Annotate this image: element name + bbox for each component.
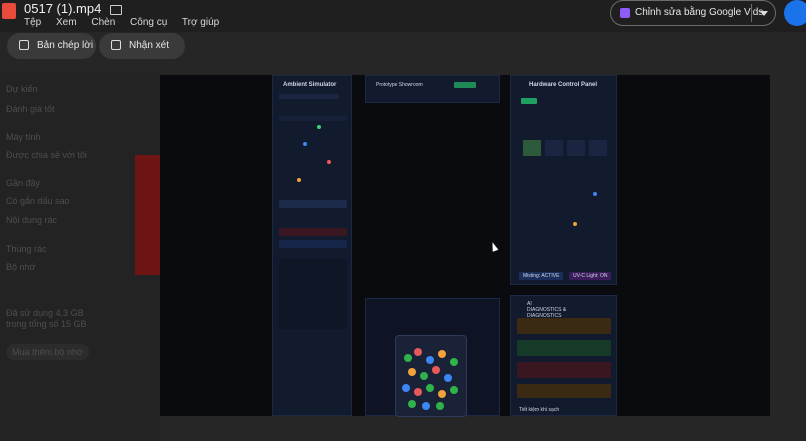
top-bar: 0517 (1).mp4 Tệp Xem Chèn Công cụ Trợ gi… <box>0 0 806 32</box>
slider-track <box>279 116 347 121</box>
trigger-button <box>279 240 347 248</box>
hardware-control-panel: Hardware Control Panel Misting: ACTIVE U… <box>510 75 617 285</box>
diagnostic-item <box>517 362 611 378</box>
mode-tab <box>521 98 537 104</box>
prototype-showroom-title: Prototype Showroom <box>376 82 423 88</box>
trigger-button <box>279 228 347 236</box>
preset-tile <box>523 140 541 156</box>
edit-with-google-vids-label: Chỉnh sửa bằng Google Vids <box>635 7 764 18</box>
edit-with-google-vids-button[interactable]: Chỉnh sửa bằng Google Vids <box>610 0 776 26</box>
transcript-button[interactable]: Bản chép lời <box>7 33 96 59</box>
buy-storage-button: Mua thêm bộ nhớ <box>6 344 89 360</box>
prototype-jar-image <box>395 335 467 417</box>
share-button[interactable] <box>784 0 806 26</box>
comment-icon <box>111 40 121 50</box>
diagnostic-item <box>517 318 611 334</box>
storage-text: Đã sử dụng 4,3 GB trong tổng số 15 GB <box>6 308 87 329</box>
misting-status: Misting: ACTIVE <box>523 273 560 279</box>
slider-handle <box>297 178 301 182</box>
list-item: Dự kiến <box>6 84 38 94</box>
ai-diagnostics-panel: AI DIAGNOSTICS & DIAGNOSTICS Tiết kiệm k… <box>510 295 617 416</box>
menu-bar: Tệp Xem Chèn Công cụ Trợ giúp <box>24 17 231 28</box>
slider-handle <box>317 125 321 129</box>
diagnostic-item <box>517 340 611 356</box>
list-item: Gần đây <box>6 178 41 188</box>
file-title[interactable]: 0517 (1).mp4 <box>24 1 122 16</box>
list-item: Thùng rác <box>6 244 47 254</box>
comment-button-label: Nhận xét <box>129 40 170 51</box>
list-item: Đánh giá tốt <box>6 104 55 114</box>
google-vids-icon <box>620 8 630 18</box>
slider-handle <box>573 222 577 226</box>
footer-label: Tiết kiệm khí sạch <box>519 407 560 413</box>
list-item: Máy tính <box>6 132 41 142</box>
ai-diagnostics-title: AI DIAGNOSTICS & DIAGNOSTICS <box>527 301 567 319</box>
background-thumbnail <box>135 155 161 275</box>
button-divider <box>751 4 752 22</box>
comment-button[interactable]: Nhận xét <box>99 33 185 59</box>
menu-view[interactable]: Xem <box>56 17 77 28</box>
list-item: Có gắn dấu sao <box>6 196 70 206</box>
chevron-down-icon[interactable] <box>760 11 768 16</box>
preset-tile <box>589 140 607 156</box>
menu-tools[interactable]: Công cụ <box>130 17 167 28</box>
uv-status: UV-C Light: ON <box>573 273 608 279</box>
menu-help[interactable]: Trợ giúp <box>182 17 219 28</box>
video-file-icon <box>2 3 16 19</box>
ambient-simulator-title: Ambient Simulator <box>283 82 337 88</box>
prototype-showroom-header: Prototype Showroom <box>365 75 500 103</box>
transcript-button-label: Bản chép lời <box>37 40 94 51</box>
description-text <box>279 94 339 99</box>
menu-file[interactable]: Tệp <box>24 17 41 28</box>
move-to-folder-icon[interactable] <box>109 4 122 15</box>
file-title-text: 0517 (1).mp4 <box>24 1 102 16</box>
slider-handle <box>303 142 307 146</box>
slider-handle <box>327 160 331 164</box>
slider-handle <box>593 192 597 196</box>
list-item: Được chia sẻ với tôi <box>6 150 87 160</box>
dropdown <box>279 200 347 208</box>
ambient-simulator-panel: Ambient Simulator <box>272 75 352 416</box>
status-pill <box>454 82 476 88</box>
menu-insert[interactable]: Chèn <box>91 17 115 28</box>
transcript-icon <box>19 40 29 50</box>
hardware-control-title: Hardware Control Panel <box>529 82 598 88</box>
preset-tile <box>545 140 563 156</box>
list-item: Nội dung rác <box>6 215 58 225</box>
list-item: Bộ nhớ <box>6 262 36 272</box>
preset-tile <box>567 140 585 156</box>
diagnostic-item <box>517 384 611 398</box>
log-box <box>279 259 347 329</box>
